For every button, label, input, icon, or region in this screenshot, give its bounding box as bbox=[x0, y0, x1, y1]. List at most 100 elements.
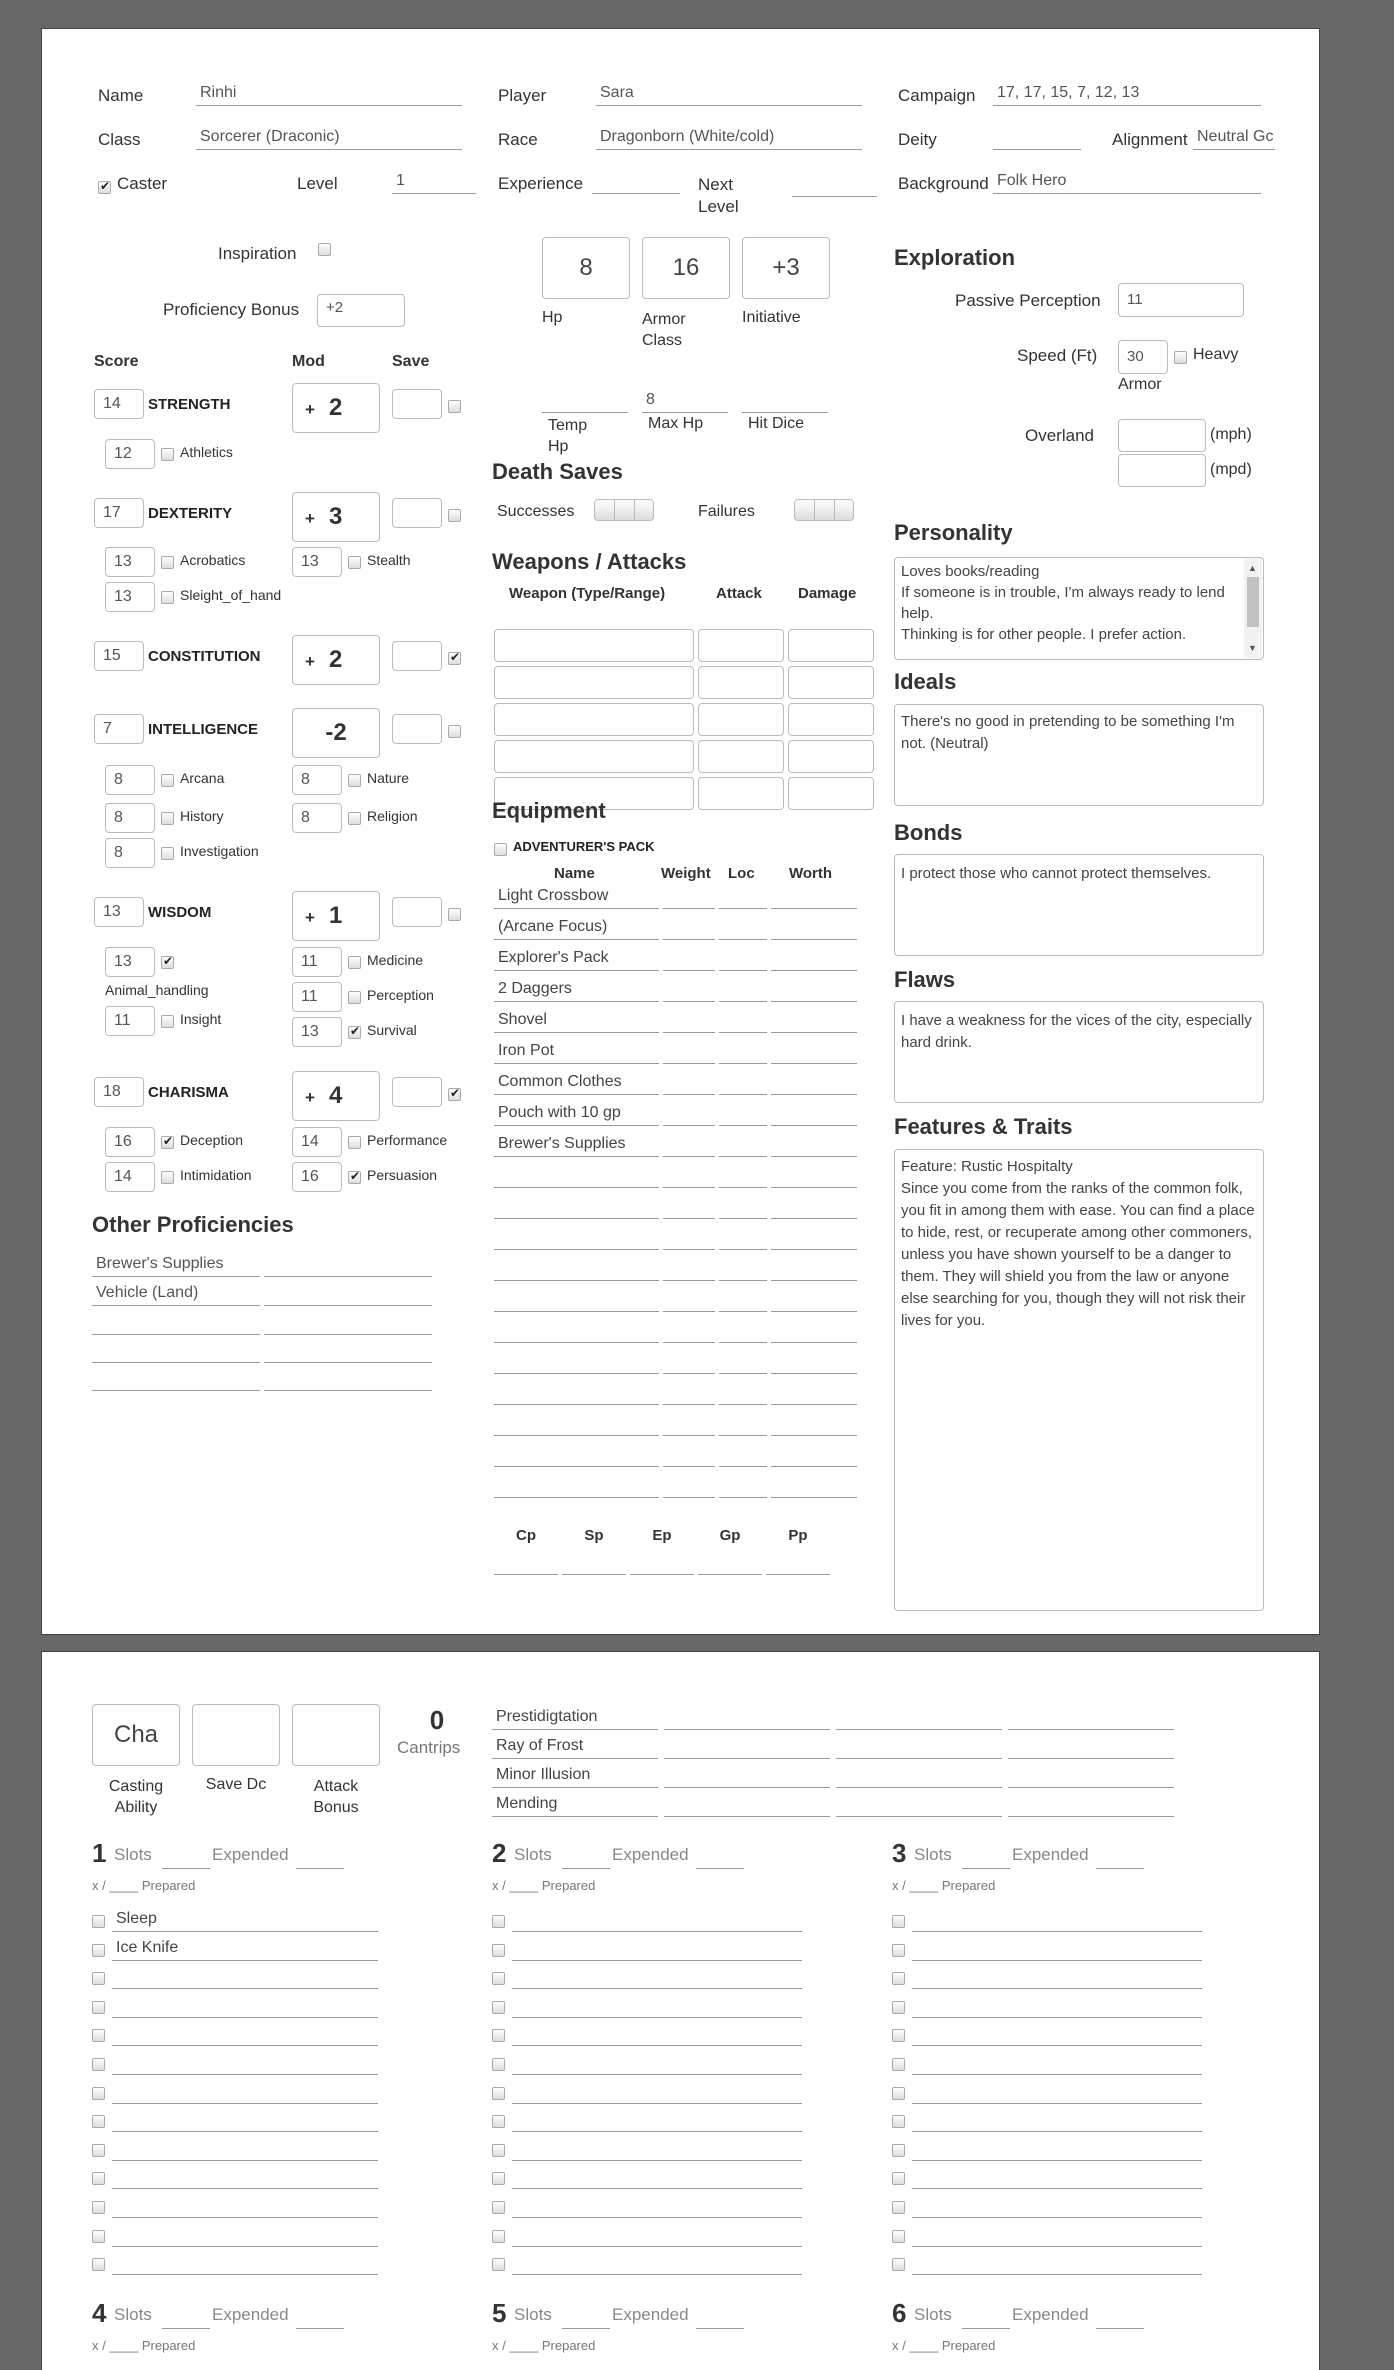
equipment-worth[interactable] bbox=[771, 1009, 857, 1033]
spell-prepared-checkbox[interactable] bbox=[492, 2000, 505, 2014]
speed-field[interactable]: 30 bbox=[1118, 340, 1168, 374]
spell-prepared-checkbox[interactable] bbox=[892, 2201, 905, 2214]
cantrip-field[interactable] bbox=[664, 1764, 830, 1788]
spell-name-field[interactable] bbox=[512, 1994, 802, 2018]
spell-name-field[interactable] bbox=[912, 2251, 1202, 2276]
equipment-name[interactable]: Iron Pot bbox=[494, 1040, 659, 1064]
equipment-name[interactable]: Brewer's Supplies bbox=[494, 1133, 659, 1157]
acrobatics-value[interactable]: 13 bbox=[105, 547, 155, 577]
spell-name-field[interactable] bbox=[912, 2223, 1202, 2247]
equipment-weight[interactable] bbox=[663, 1443, 715, 1467]
spell-name-field[interactable] bbox=[912, 1994, 1202, 2018]
slots-field[interactable] bbox=[562, 1845, 610, 1869]
spell-prepared-checkbox[interactable] bbox=[492, 2258, 505, 2272]
spell-name-field[interactable] bbox=[112, 2194, 378, 2218]
wisdom-save[interactable] bbox=[392, 897, 442, 927]
name-field[interactable]: Rinhi bbox=[196, 82, 462, 106]
equipment-weight[interactable] bbox=[663, 978, 715, 1002]
expended-field[interactable] bbox=[296, 2305, 344, 2329]
attack-field[interactable] bbox=[698, 666, 784, 699]
spell-name-field[interactable]: Ice Knife bbox=[112, 1937, 378, 1961]
overland-mph-field[interactable] bbox=[1118, 419, 1206, 452]
scroll-up-icon[interactable]: ▲ bbox=[1248, 563, 1257, 573]
spell-name-field[interactable] bbox=[512, 1908, 802, 1932]
damage-field[interactable] bbox=[788, 629, 874, 662]
spell-name-field[interactable] bbox=[912, 1908, 1202, 1932]
expended-field[interactable] bbox=[696, 1845, 744, 1869]
alignment-field[interactable]: Neutral Gc bbox=[1193, 126, 1275, 150]
spell-name-field[interactable] bbox=[912, 2194, 1202, 2218]
equipment-loc[interactable] bbox=[719, 1226, 767, 1250]
spell-name-field[interactable] bbox=[512, 2051, 802, 2075]
spell-prepared-checkbox[interactable] bbox=[92, 2229, 105, 2243]
charisma-score[interactable]: 18 bbox=[94, 1077, 144, 1107]
other-proficiency-4[interactable] bbox=[92, 1339, 260, 1363]
coin-field-ep[interactable] bbox=[630, 1551, 694, 1575]
equipment-weight[interactable] bbox=[663, 916, 715, 940]
features-textarea[interactable]: Feature: Rustic Hospitalty Since you com… bbox=[894, 1149, 1264, 1611]
equipment-worth[interactable] bbox=[771, 1164, 857, 1188]
equipment-loc[interactable] bbox=[719, 1443, 767, 1467]
spell-prepared-checkbox[interactable] bbox=[92, 2086, 105, 2100]
investigation-value[interactable]: 8 bbox=[105, 838, 155, 868]
intimidation-value[interactable]: 14 bbox=[105, 1162, 155, 1192]
equipment-weight[interactable] bbox=[663, 1257, 715, 1281]
equipment-weight[interactable] bbox=[663, 1102, 715, 1126]
slots-field[interactable] bbox=[962, 1845, 1010, 1869]
spell-name-field[interactable] bbox=[112, 2223, 378, 2247]
spell-prepared-checkbox[interactable] bbox=[892, 2143, 905, 2157]
equipment-loc[interactable] bbox=[719, 1288, 767, 1312]
cantrip-field[interactable] bbox=[836, 1764, 1002, 1788]
weapon-field[interactable] bbox=[494, 740, 694, 773]
spell-name-field[interactable] bbox=[912, 2108, 1202, 2133]
deity-field[interactable] bbox=[993, 126, 1081, 150]
cantrip-field[interactable] bbox=[664, 1793, 830, 1817]
persuasion-checkbox[interactable] bbox=[348, 1169, 361, 1184]
equipment-weight[interactable] bbox=[663, 1164, 715, 1188]
other-proficiency-1[interactable]: Brewer's Supplies bbox=[92, 1253, 260, 1277]
scroll-down-icon[interactable]: ▼ bbox=[1248, 643, 1257, 653]
constitution-save[interactable] bbox=[392, 641, 442, 671]
cantrip-field[interactable] bbox=[1008, 1706, 1174, 1730]
equipment-name[interactable] bbox=[494, 1164, 659, 1188]
death-save-successes[interactable] bbox=[594, 499, 654, 521]
equipment-loc[interactable] bbox=[719, 1040, 767, 1064]
equipment-name[interactable] bbox=[494, 1412, 659, 1436]
insight-checkbox[interactable] bbox=[161, 1015, 174, 1028]
initiative-box[interactable]: +3 bbox=[742, 237, 830, 299]
equipment-name[interactable] bbox=[494, 1319, 659, 1343]
ideals-textarea[interactable]: There's no good in pretending to be some… bbox=[894, 704, 1264, 806]
perception-checkbox[interactable] bbox=[348, 991, 361, 1004]
medicine-value[interactable]: 11 bbox=[292, 947, 342, 977]
hit-dice-field[interactable] bbox=[742, 389, 828, 413]
equipment-worth[interactable] bbox=[771, 1288, 857, 1312]
cantrip-field[interactable] bbox=[1008, 1793, 1174, 1817]
spell-name-field[interactable] bbox=[512, 2137, 802, 2161]
spell-prepared-checkbox[interactable] bbox=[92, 2258, 105, 2272]
other-proficiency-5b[interactable] bbox=[264, 1367, 432, 1391]
slots-field[interactable] bbox=[562, 2305, 610, 2329]
equipment-loc[interactable] bbox=[719, 1009, 767, 1033]
perception-value[interactable]: 11 bbox=[292, 982, 342, 1012]
equipment-name[interactable] bbox=[494, 1257, 659, 1281]
equipment-loc[interactable] bbox=[719, 1412, 767, 1436]
equipment-weight[interactable] bbox=[663, 1009, 715, 1033]
spell-prepared-checkbox[interactable] bbox=[492, 2143, 505, 2157]
equipment-worth[interactable] bbox=[771, 947, 857, 971]
medicine-checkbox[interactable] bbox=[348, 956, 361, 969]
spell-name-field[interactable] bbox=[912, 1937, 1202, 1961]
equipment-weight[interactable] bbox=[663, 1319, 715, 1343]
arcana-checkbox[interactable] bbox=[161, 774, 174, 787]
cantrip-field[interactable]: Ray of Frost bbox=[492, 1735, 658, 1759]
spell-prepared-checkbox[interactable] bbox=[492, 1943, 505, 1957]
equipment-worth[interactable] bbox=[771, 916, 857, 940]
spell-prepared-checkbox[interactable] bbox=[92, 2115, 105, 2129]
equipment-weight[interactable] bbox=[663, 885, 715, 909]
equipment-name[interactable] bbox=[494, 1195, 659, 1219]
expended-field[interactable] bbox=[1096, 1845, 1144, 1869]
slots-field[interactable] bbox=[962, 2305, 1010, 2329]
cantrip-field[interactable] bbox=[1008, 1764, 1174, 1788]
spell-prepared-checkbox[interactable] bbox=[892, 1915, 905, 1928]
weapon-field[interactable] bbox=[494, 666, 694, 699]
spell-prepared-checkbox[interactable] bbox=[92, 2029, 105, 2043]
